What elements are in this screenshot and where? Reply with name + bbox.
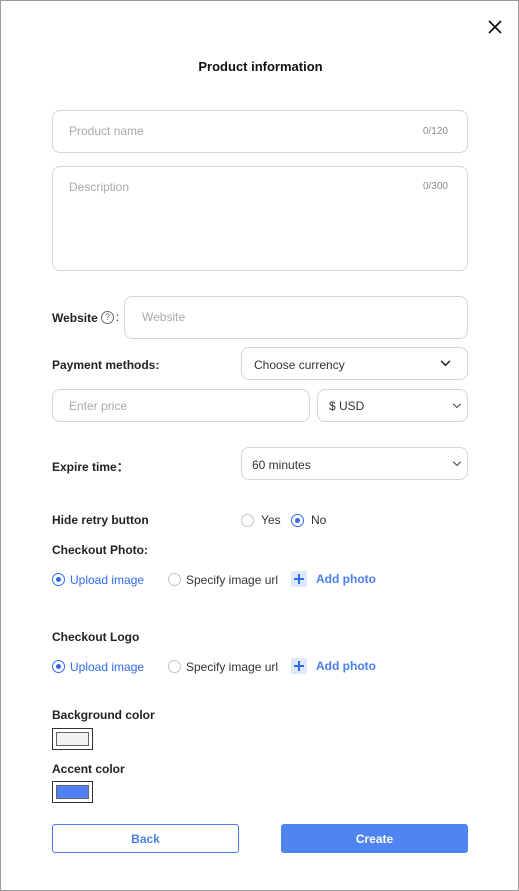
hide-retry-no-radio[interactable] <box>291 514 304 527</box>
expire-time-value: 60 minutes <box>252 458 311 472</box>
checkout-photo-add-button[interactable]: Add photo <box>316 572 376 586</box>
accent-color-swatch <box>56 785 89 799</box>
background-color-swatch <box>56 732 89 746</box>
currency-code-select[interactable]: $ USD <box>317 389 468 422</box>
back-button[interactable]: Back <box>52 824 239 853</box>
website-colon: : <box>116 310 120 324</box>
payment-methods-label: Payment methods: <box>52 358 160 372</box>
website-placeholder: Website <box>142 310 186 324</box>
close-icon[interactable] <box>485 17 505 37</box>
product-name-placeholder: Product name <box>69 124 144 138</box>
chevron-down-icon <box>440 360 451 367</box>
checkout-logo-url-label[interactable]: Specify image url <box>186 660 278 674</box>
hide-retry-yes-radio[interactable] <box>241 514 254 527</box>
hide-retry-no-label[interactable]: No <box>311 513 326 527</box>
checkout-photo-label: Checkout Photo: <box>52 543 148 557</box>
hide-retry-label: Hide retry button <box>52 513 149 527</box>
hide-retry-yes-label[interactable]: Yes <box>261 513 281 527</box>
accent-color-picker[interactable] <box>52 781 93 803</box>
price-placeholder: Enter price <box>69 399 128 413</box>
dialog-title: Product information <box>198 59 323 74</box>
currency-code-value: $ USD <box>329 399 365 413</box>
add-logo-plus-icon[interactable] <box>291 658 307 674</box>
checkout-photo-url-label[interactable]: Specify image url <box>186 573 278 587</box>
description-textarea[interactable]: Description 0/300 <box>52 166 468 271</box>
checkout-photo-url-radio[interactable] <box>168 573 181 586</box>
expire-time-select[interactable]: 60 minutes <box>241 447 468 480</box>
website-input[interactable]: Website <box>124 296 468 339</box>
product-info-dialog: Product information Product name 0/120 D… <box>0 0 519 891</box>
checkout-logo-upload-label[interactable]: Upload image <box>70 660 144 674</box>
chevron-down-icon <box>452 403 462 409</box>
checkout-logo-upload-radio[interactable] <box>52 660 65 673</box>
description-counter: 0/300 <box>422 181 448 192</box>
expire-time-label: Expire time： <box>52 460 129 474</box>
question-circle-icon[interactable]: ? <box>101 311 114 324</box>
checkout-logo-add-button[interactable]: Add photo <box>316 659 376 673</box>
checkout-photo-upload-label[interactable]: Upload image <box>70 573 144 587</box>
currency-select-value: Choose currency <box>254 358 345 372</box>
product-name-counter: 0/120 <box>422 126 448 137</box>
background-color-picker[interactable] <box>52 728 93 750</box>
checkout-photo-upload-radio[interactable] <box>52 573 65 586</box>
accent-color-label: Accent color <box>52 762 125 776</box>
background-color-label: Background color <box>52 708 155 722</box>
add-photo-plus-icon[interactable] <box>291 571 307 587</box>
product-name-input[interactable]: Product name 0/120 <box>52 110 468 153</box>
checkout-logo-url-radio[interactable] <box>168 660 181 673</box>
description-placeholder: Description <box>69 180 130 194</box>
chevron-down-icon <box>452 461 462 467</box>
currency-select[interactable]: Choose currency <box>241 347 468 380</box>
price-input[interactable]: Enter price <box>52 389 310 422</box>
checkout-logo-label: Checkout Logo <box>52 630 140 644</box>
website-label: Website <box>52 311 98 325</box>
create-button[interactable]: Create <box>281 824 468 853</box>
